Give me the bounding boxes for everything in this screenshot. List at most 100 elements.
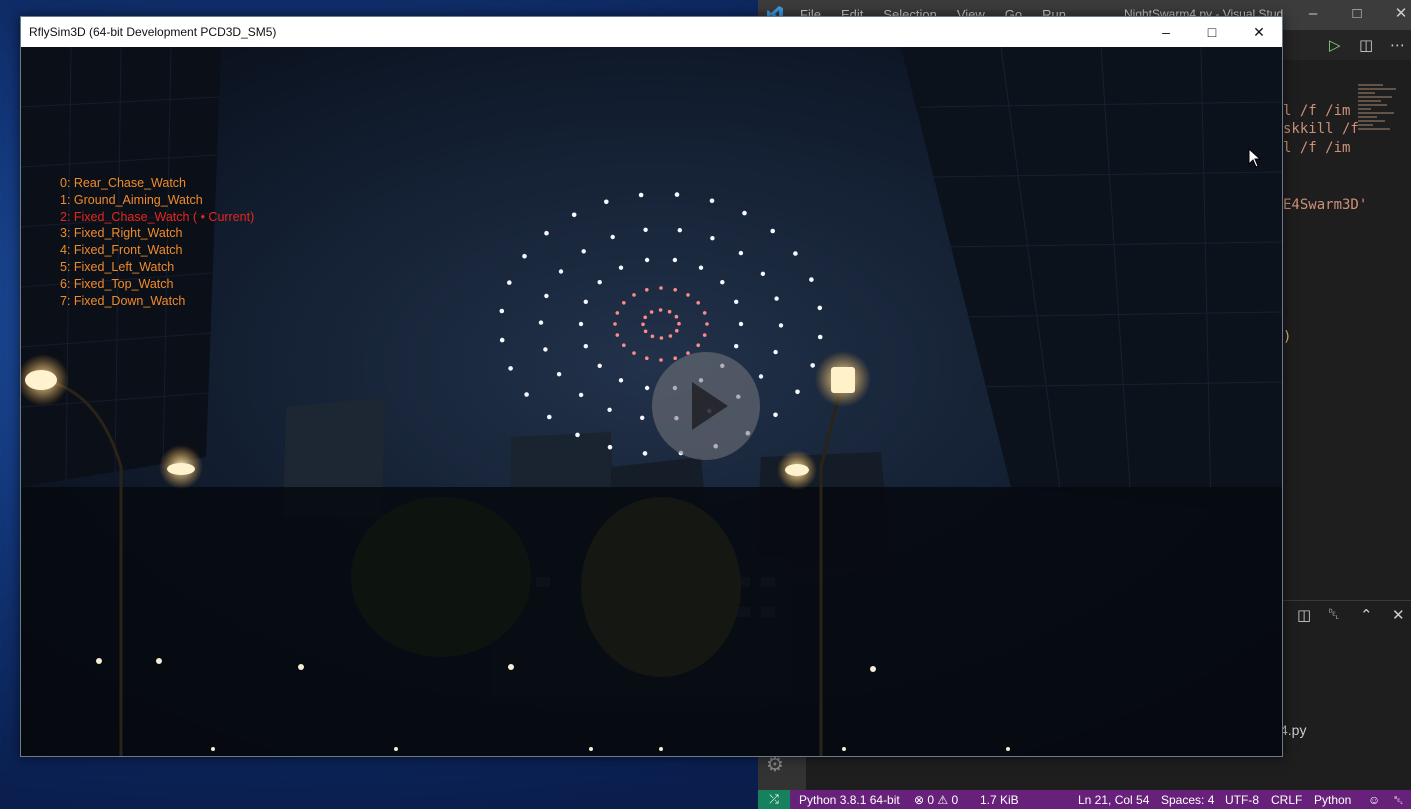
drone-light [795,389,800,395]
drone-light [641,322,645,327]
vscode-minimize-button[interactable]: – [1291,0,1335,30]
drone-light [607,407,612,412]
drone-light [658,308,663,312]
terminal-text: 4.py [1280,722,1307,738]
mouse-cursor-icon [1248,148,1262,168]
drone-light [613,322,617,326]
status-python-interpreter[interactable]: Python 3.8.1 64-bit [799,793,900,807]
close-button[interactable]: ✕ [1236,17,1282,47]
code-line: ) [1283,329,1292,345]
run-icon[interactable]: ▷ [1329,36,1341,54]
status-encoding[interactable]: UTF-8 [1225,793,1259,807]
drone-light [770,228,775,234]
drone-light [734,299,739,304]
drone-light [758,374,764,379]
drone-light [709,198,715,204]
minimize-button[interactable]: – [1143,17,1189,47]
drone-light [696,301,700,305]
drone-light [638,192,644,198]
drone-light [809,277,814,282]
status-indentation[interactable]: Spaces: 4 [1161,793,1214,807]
maximize-panel-icon[interactable]: ⌃ [1360,606,1373,624]
drone-light [702,311,707,315]
drone-light [643,329,648,334]
drone-light [597,363,602,368]
drone-light [710,236,715,241]
close-panel-icon[interactable]: ✕ [1392,606,1405,624]
drone-light [720,280,725,285]
minimap[interactable] [1358,82,1400,182]
status-language[interactable]: Python [1314,793,1351,807]
drone-light [773,412,778,418]
drone-light [508,366,513,371]
split-editor-icon[interactable]: ◫ [1359,36,1373,54]
drone-light [793,251,798,256]
3d-viewport[interactable]: 0: Rear_Chase_Watch 1: Ground_Aiming_Wat… [21,47,1282,756]
rflysim3d-window: RflySim3D (64-bit Development PCD3D_SM5)… [20,16,1283,757]
drone-light [696,343,700,348]
drone-light [659,358,663,362]
code-line: skkill /f [1283,121,1359,137]
camera-mode-item-current: 2: Fixed_Chase_Watch ( • Current) [60,209,255,224]
drone-light [499,308,505,314]
status-problems[interactable]: ⊗ 0 ⚠ 0 [914,793,958,807]
drone-light [645,288,649,292]
drone-light [698,265,704,270]
drone-light [742,210,747,216]
code-line: l /f /im [1283,103,1351,119]
code-line: l /f /im [1283,140,1351,156]
drone-light [643,227,648,232]
drone-light [677,228,682,233]
maximize-button[interactable]: □ [1189,17,1235,47]
code-line: E4Swarm3D' [1283,197,1368,213]
rflysim-titlebar[interactable]: RflySim3D (64-bit Development PCD3D_SM5)… [21,17,1282,47]
drone-light [644,385,650,391]
status-eol[interactable]: CRLF [1271,793,1302,807]
play-overlay-button[interactable] [652,352,760,460]
drone-light [522,253,527,259]
drone-light [675,328,679,333]
drone-light [578,392,584,398]
status-cursor-position[interactable]: Ln 21, Col 54 [1078,793,1149,807]
drone-light [499,337,505,343]
camera-mode-item: 3: Fixed_Right_Watch [60,226,183,241]
drone-light [817,334,823,340]
drone-light [668,334,673,338]
kill-terminal-icon[interactable]: ␡ [1328,606,1340,623]
drone-light [702,333,707,337]
drone-light [632,293,636,297]
feedback-icon[interactable]: ☺ [1368,793,1380,807]
drone-light [524,392,529,397]
drone-light [575,432,580,438]
camera-mode-item: 1: Ground_Aiming_Watch [60,192,203,207]
remote-icon[interactable]: ⤮ [758,790,790,809]
drone-light [738,321,744,327]
drone-light [778,323,784,328]
drone-light [774,296,779,301]
status-bar: ⤮ Python 3.8.1 64-bit ⊗ 0 ⚠ 0 1.7 KiB Ln… [758,790,1411,809]
camera-mode-item: 4: Fixed_Front_Watch [60,243,183,258]
camera-mode-item: 7: Fixed_Down_Watch [60,293,186,308]
drone-light [686,293,690,297]
notifications-icon[interactable]: ␇ [1394,793,1404,808]
drone-light [659,286,663,290]
drone-light [615,311,620,315]
drone-light [547,414,552,420]
drone-light [622,343,626,348]
drone-light [543,347,548,352]
drone-light [760,271,766,276]
drone-light [642,451,648,456]
tree [581,497,741,677]
drone-light [615,333,620,337]
drone-light [618,265,624,270]
drone-light [556,372,562,377]
drone-light [672,257,678,263]
vscode-maximize-button[interactable]: □ [1335,0,1379,30]
drone-light [607,444,613,450]
split-terminal-icon[interactable]: ◫ [1297,606,1311,624]
drone-light [581,249,586,254]
more-actions-icon[interactable]: ⋯ [1390,36,1405,54]
vscode-close-button[interactable]: ✕ [1379,0,1411,30]
drone-light [507,280,512,285]
tree [351,497,531,657]
